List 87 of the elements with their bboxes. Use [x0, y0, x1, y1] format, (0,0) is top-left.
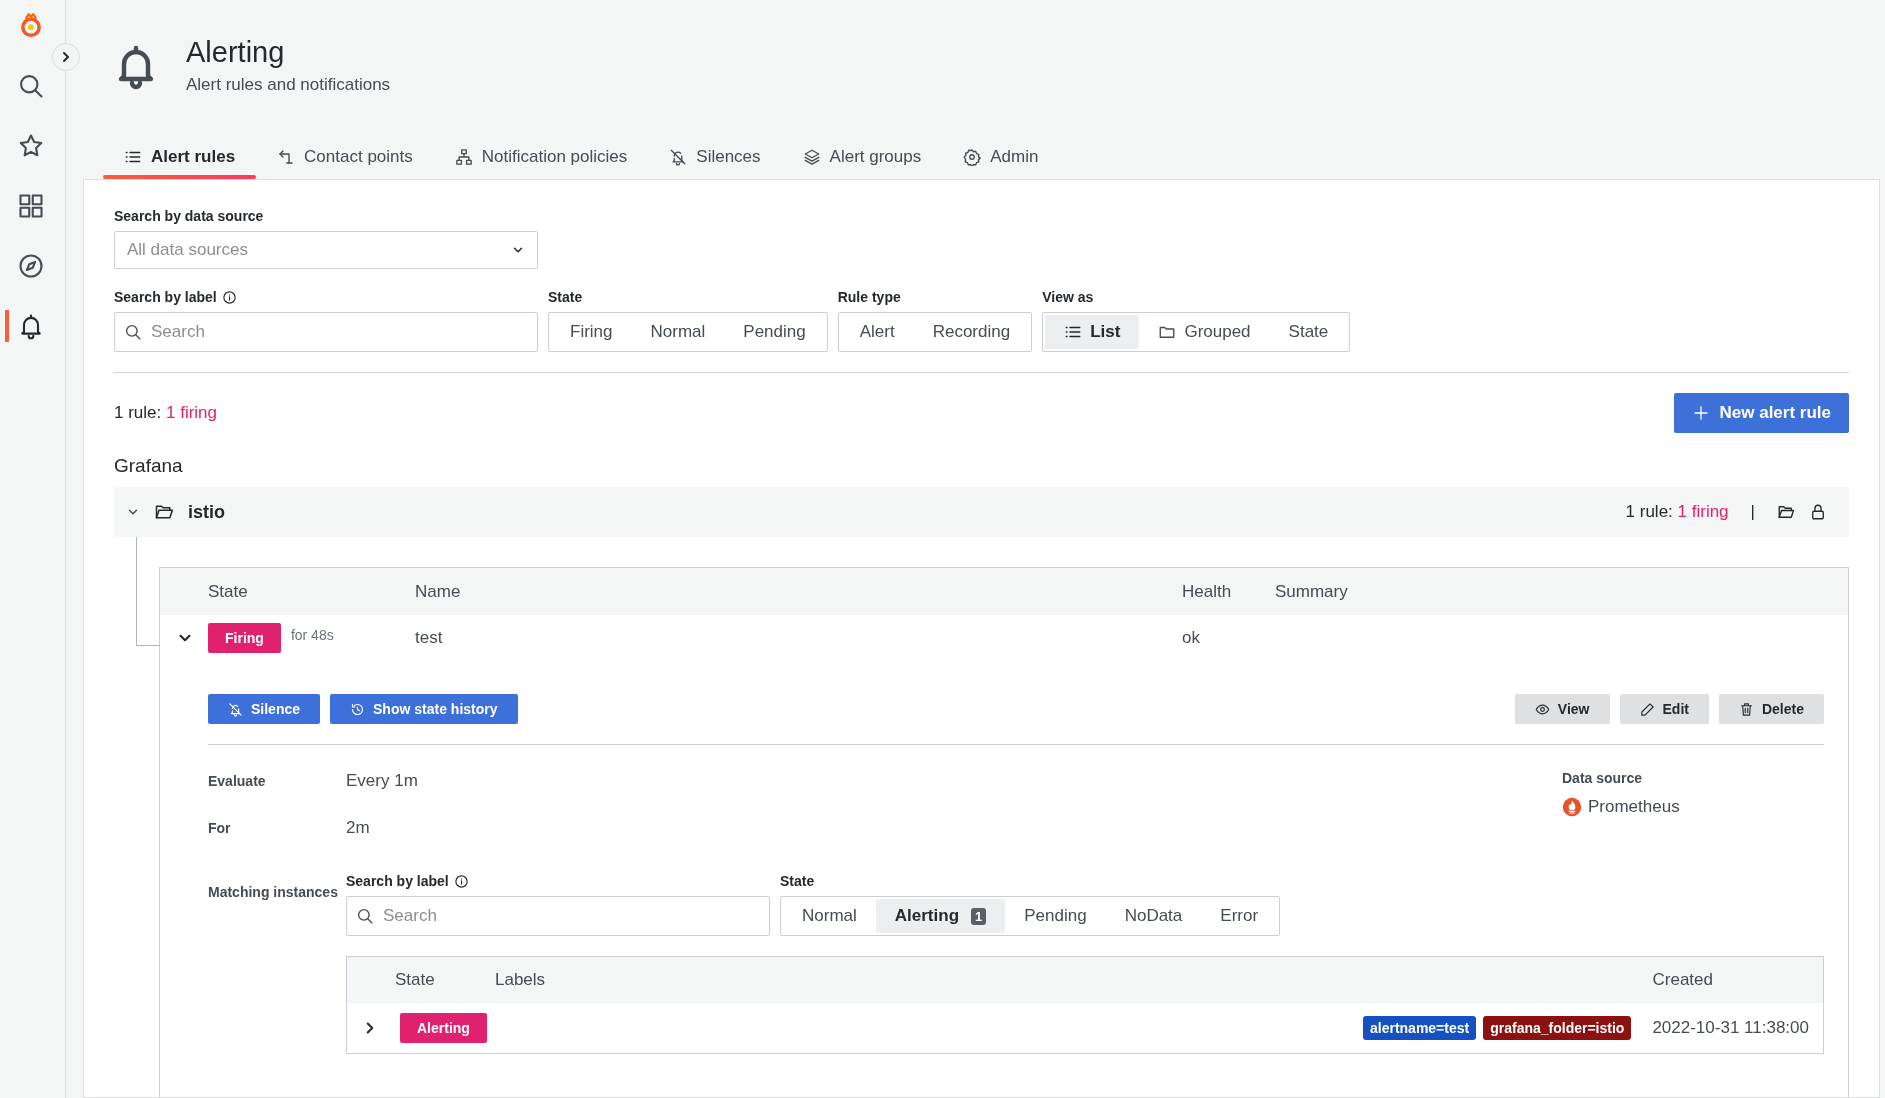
state-badge: Firing	[208, 622, 281, 653]
lock-icon	[1809, 503, 1827, 521]
data-source-name: Prometheus	[1588, 797, 1680, 817]
silence-button[interactable]: Silence	[208, 694, 321, 724]
plus-icon	[1691, 404, 1710, 422]
pencil-icon	[1639, 701, 1655, 717]
table-cell: ok	[1182, 627, 1200, 648]
folder-row[interactable]: istio 1 rule: 1 firing |	[114, 487, 1849, 537]
segment-option[interactable]: NoData	[1105, 899, 1202, 933]
view-button[interactable]: View	[1514, 694, 1610, 724]
label-tag: alertname=test	[1362, 1016, 1477, 1040]
tab[interactable]: Admin	[942, 141, 1060, 179]
column-header: Health	[1182, 581, 1233, 602]
detail-value: Every 1m	[346, 771, 418, 791]
field-label: State	[548, 289, 584, 305]
bell-slash-icon	[669, 148, 688, 166]
field-label: State	[780, 873, 816, 889]
tab[interactable]: Alert groups	[781, 141, 943, 179]
rules-summary: 1 rule: 1 firing	[114, 403, 217, 423]
state-badge: Alerting	[400, 1013, 487, 1043]
column-header: Name	[415, 581, 462, 602]
new-alert-rule-button[interactable]: New alert rule	[1673, 393, 1849, 433]
column-header: Created	[1652, 970, 1713, 990]
eye-icon	[1534, 701, 1550, 717]
lock-button[interactable]	[1809, 503, 1827, 521]
column-header: Summary	[1275, 581, 1348, 602]
column-header: Labels	[495, 970, 546, 990]
edit-button[interactable]: Edit	[1619, 694, 1709, 724]
layers-icon	[802, 148, 821, 166]
segment-option[interactable]: Grouped	[1139, 315, 1270, 349]
segment-option[interactable]: Firing	[551, 315, 632, 349]
field-label: Search by label	[114, 289, 217, 305]
section-title: Grafana	[114, 455, 184, 477]
separator: |	[1750, 502, 1755, 522]
column-header: State	[395, 970, 436, 990]
segment-option[interactable]: Alert	[840, 315, 914, 349]
page-title: Alerting	[186, 36, 286, 69]
expand-sidebar-button[interactable]	[52, 43, 80, 71]
field-label: Search by label	[346, 873, 449, 889]
info-icon	[221, 289, 237, 305]
folder-name: istio	[188, 501, 225, 523]
folder-icon	[154, 502, 174, 522]
trash-icon	[1738, 701, 1754, 717]
segment-option[interactable]: Normal	[783, 899, 876, 933]
grid-icon	[16, 192, 45, 220]
column-header: State	[208, 581, 249, 602]
table-cell-text: test	[415, 627, 444, 648]
detail-label: Evaluate	[208, 773, 267, 789]
tab[interactable]: Alert rules	[103, 141, 257, 179]
compass-icon	[16, 252, 45, 280]
delete-button[interactable]: Delete	[1718, 694, 1824, 724]
search-field[interactable]: Search	[114, 312, 538, 352]
field-label: Rule type	[837, 289, 902, 305]
folder-summary: 1 rule: 1 firing	[1625, 502, 1729, 522]
tab[interactable]: Notification policies	[433, 141, 649, 179]
segment-option[interactable]: List	[1045, 315, 1140, 349]
detail-label: Data source	[1562, 770, 1644, 786]
segment-option[interactable]: Error	[1201, 899, 1278, 933]
detail-label: Matching instances	[208, 883, 339, 902]
tab[interactable]: Silences	[648, 141, 782, 179]
arrow-icon	[277, 148, 296, 166]
detail-value: 2m	[346, 818, 370, 838]
history-icon	[350, 701, 366, 717]
hierarchy-icon	[454, 148, 473, 166]
folder-button[interactable]	[1777, 503, 1795, 521]
count-badge: 1	[971, 907, 987, 925]
label-tag: grafana_folder=istio	[1483, 1016, 1632, 1040]
segment-option[interactable]: Pending	[724, 315, 825, 349]
segment-option[interactable]: Pending	[1005, 899, 1106, 933]
detail-label: For	[208, 820, 232, 836]
field-label: Search by data source	[114, 208, 265, 224]
duration-text: for 48s	[290, 625, 334, 643]
table-cell: 2022-10-31 11:38:00	[1652, 1018, 1809, 1038]
segment-option[interactable]: Recording	[913, 315, 1030, 349]
page-subtitle: Alert rules and notifications	[186, 75, 391, 95]
field-label: View as	[1042, 289, 1095, 305]
segment-option[interactable]: Normal	[631, 315, 725, 349]
segment-option[interactable]: Alerting 1	[875, 899, 1006, 933]
flame-icon	[1562, 797, 1582, 817]
show-state-history-button[interactable]: Show state history	[330, 694, 518, 724]
search-field[interactable]: Search	[346, 896, 770, 936]
settings-icon	[963, 148, 982, 166]
info-icon	[453, 873, 469, 889]
bell-slash-icon	[228, 701, 243, 717]
tab[interactable]: Contact points	[256, 141, 434, 179]
segment-option[interactable]: State	[1269, 315, 1348, 349]
folder-icon	[1777, 503, 1795, 521]
